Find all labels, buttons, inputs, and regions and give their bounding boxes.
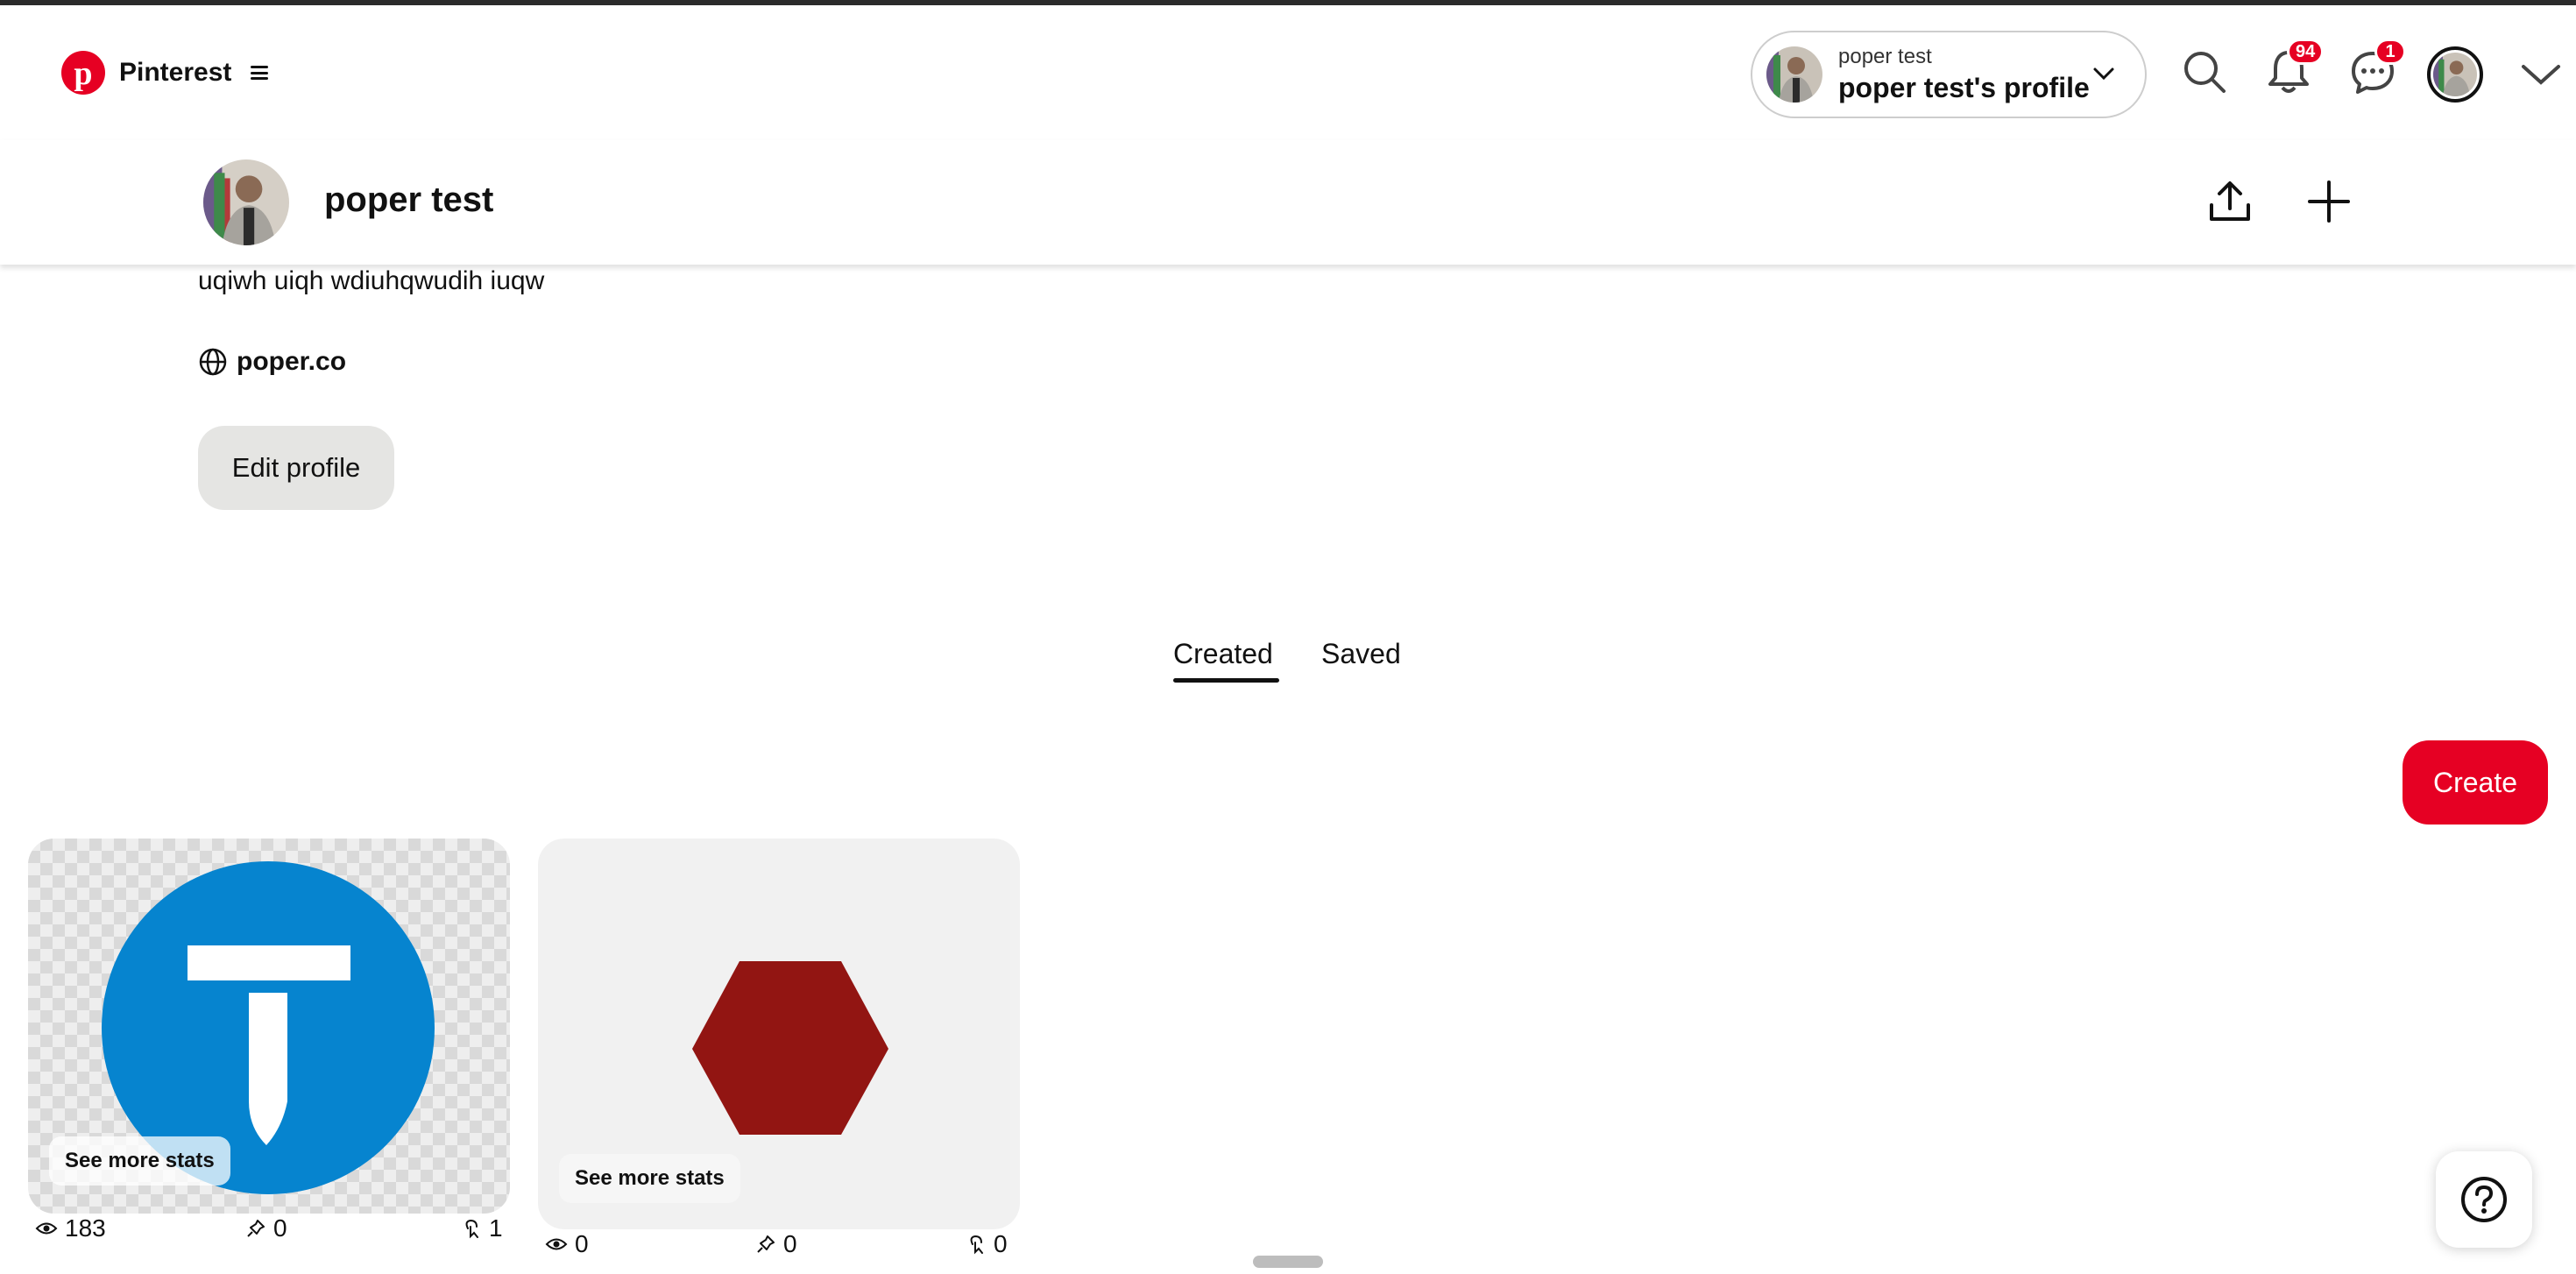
sticky-profile-bar: poper test [0, 140, 2576, 265]
clicks-stat: 1 [463, 1214, 503, 1242]
brand-name: Pinterest [119, 58, 232, 87]
edit-profile-button[interactable]: Edit profile [198, 426, 394, 510]
search-icon[interactable] [2176, 44, 2233, 100]
pin-card[interactable]: See more stats [538, 839, 1020, 1229]
see-more-stats-button[interactable]: See more stats [559, 1154, 740, 1203]
views-count: 0 [575, 1230, 589, 1257]
profile-name: poper test [324, 180, 494, 219]
avatar [1766, 46, 1822, 103]
profile-bio: uqiwh uiqh wdiuhqwudih iuqw [198, 266, 545, 295]
saves-count: 0 [783, 1230, 797, 1257]
account-avatar[interactable] [2427, 46, 2483, 103]
question-mark-icon [2461, 1177, 2507, 1222]
menu-icon[interactable] [251, 66, 269, 80]
clicks-count: 1 [489, 1214, 503, 1242]
pin-icon [247, 1220, 265, 1237]
switcher-account-name: poper test [1838, 45, 1932, 68]
saves-stat: 0 [245, 1214, 287, 1242]
eye-icon [545, 1238, 568, 1250]
create-button[interactable]: Create [2403, 740, 2548, 825]
pinterest-logo-icon: p [61, 51, 105, 95]
svg-text:p: p [74, 55, 92, 92]
window-top-edge [0, 0, 2576, 5]
views-count: 183 [65, 1214, 106, 1242]
tab-created[interactable]: Created [1173, 638, 1273, 670]
share-icon[interactable] [2204, 175, 2256, 228]
profile-switcher[interactable]: poper test poper test's profile [1751, 31, 2147, 118]
notifications-badge: 94 [2287, 39, 2325, 65]
notifications-button[interactable]: 94 [2261, 39, 2325, 100]
plus-icon[interactable] [2303, 175, 2355, 228]
views-stat: 183 [35, 1214, 106, 1242]
views-stat: 0 [545, 1230, 589, 1258]
avatar [203, 159, 289, 245]
brand-logo[interactable]: p Pinterest [61, 51, 269, 95]
help-button[interactable] [2436, 1151, 2532, 1248]
eye-icon [35, 1222, 58, 1235]
active-tab-indicator [1173, 678, 1279, 683]
saves-count: 0 [273, 1214, 287, 1242]
click-icon [465, 1219, 478, 1239]
see-more-stats-button[interactable]: See more stats [49, 1136, 230, 1186]
clicks-count: 0 [994, 1230, 1008, 1257]
click-icon [970, 1235, 983, 1255]
messages-badge: 1 [2374, 39, 2406, 65]
messages-button[interactable]: 1 [2345, 39, 2406, 100]
tab-saved[interactable]: Saved [1321, 638, 1401, 670]
scroll-handle[interactable] [1253, 1256, 1323, 1268]
website-link[interactable]: poper.co [198, 347, 346, 377]
pin-icon [757, 1235, 775, 1253]
clicks-stat: 0 [967, 1230, 1008, 1258]
website-text: poper.co [237, 347, 347, 376]
pin-card[interactable]: See more stats [28, 839, 510, 1214]
switcher-profile-label: poper test's profile [1838, 72, 2090, 103]
account-menu-chevron-icon[interactable] [2520, 61, 2562, 88]
globe-icon [199, 348, 227, 376]
chevron-down-icon [2093, 67, 2114, 81]
saves-stat: 0 [755, 1230, 797, 1258]
